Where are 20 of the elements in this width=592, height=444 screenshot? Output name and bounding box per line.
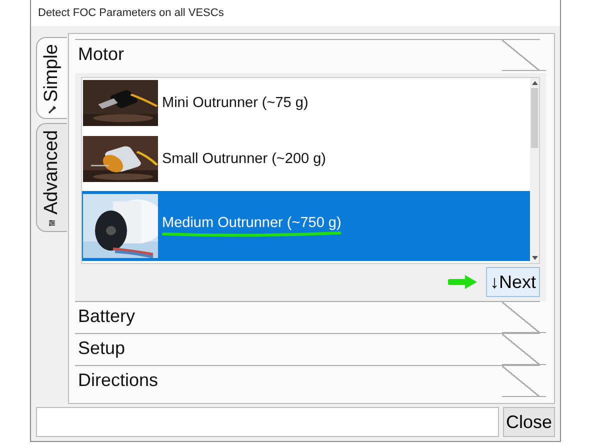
section-header[interactable]: Directions xyxy=(75,365,546,397)
item-label: Small Outrunner (~200 g) xyxy=(162,150,326,166)
window-title: Detect FOC Parameters on all VESCs xyxy=(38,7,224,19)
list-item[interactable]: Small Outrunner (~200 g) xyxy=(82,128,530,189)
list-item[interactable]: Medium Outrunner (~750 g) xyxy=(82,191,530,261)
list-item[interactable]: Mini Outrunner (~75 g) xyxy=(82,78,530,128)
item-label: Medium Outrunner (~750 g) xyxy=(162,215,342,237)
next-button[interactable]: ↓Next xyxy=(486,267,540,297)
tab[interactable]: Advanced xyxy=(36,123,67,232)
sliders-icon xyxy=(48,218,56,227)
section-header[interactable]: Motor xyxy=(75,39,546,73)
scrollbar[interactable] xyxy=(530,78,539,263)
section-header[interactable]: Battery xyxy=(75,301,546,333)
section-header[interactable]: Setup xyxy=(75,333,546,365)
status-field[interactable] xyxy=(36,407,499,437)
item-label: Mini Outrunner (~75 g) xyxy=(162,95,308,111)
tab[interactable]: Simple xyxy=(36,37,67,120)
scroll-down-icon[interactable] xyxy=(530,254,538,262)
wrench-icon xyxy=(48,106,56,114)
close-button[interactable]: Close xyxy=(502,407,555,437)
